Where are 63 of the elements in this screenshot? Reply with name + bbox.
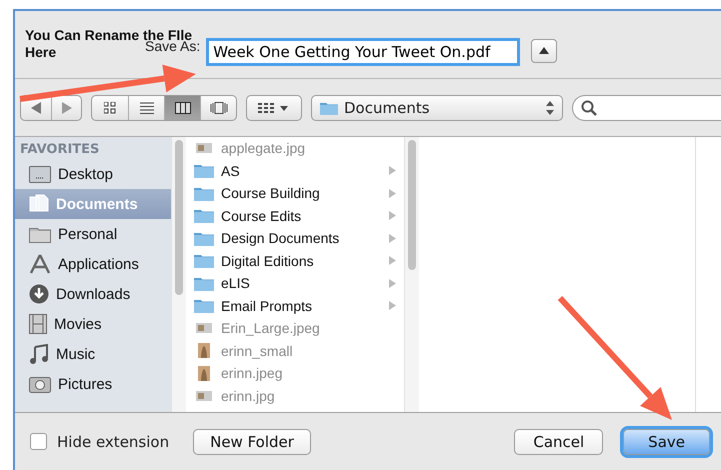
file-row[interactable]: eLIS — [194, 272, 404, 294]
sidebar-heading: FAVORITES — [19, 141, 100, 159]
checkbox-label: Hide extension — [57, 432, 170, 450]
file-row[interactable]: Design Documents — [194, 227, 404, 250]
sidebar-item[interactable]: Desktop — [15, 159, 171, 189]
image-file-icon — [194, 390, 214, 402]
disclosure-icon — [389, 301, 396, 310]
checkbox[interactable] — [30, 433, 47, 450]
arrange-button[interactable] — [246, 94, 302, 120]
cancel-button[interactable]: Cancel — [514, 428, 604, 454]
sidebar-item[interactable]: Music — [15, 339, 171, 369]
coverflow-icon — [210, 102, 228, 114]
desktop-icon — [29, 166, 51, 182]
download-icon — [29, 284, 49, 304]
back-icon — [31, 102, 41, 114]
caret-icon — [539, 47, 550, 54]
list-icon — [140, 102, 154, 114]
stepper-icon — [546, 100, 554, 114]
documents-icon — [29, 194, 49, 214]
view-mode-button[interactable] — [164, 96, 200, 120]
folder-icon — [29, 226, 51, 242]
sidebar-item[interactable]: Pictures — [15, 369, 171, 399]
documents-folder-icon — [320, 100, 338, 114]
grid-icon — [104, 102, 116, 114]
file-row[interactable]: Course Building — [194, 182, 404, 204]
file-row[interactable]: Digital Editions — [194, 250, 404, 272]
file-row[interactable]: Course Edits — [194, 204, 404, 227]
location-popup[interactable]: Documents — [311, 94, 563, 120]
search-icon — [581, 100, 597, 116]
disclosure-icon — [389, 211, 396, 220]
disclosure-icon — [389, 188, 396, 198]
sidebar-item[interactable]: Downloads — [15, 279, 171, 309]
camera-icon — [29, 375, 51, 393]
sidebar-item[interactable]: Movies — [15, 309, 171, 339]
folder-icon — [194, 208, 214, 224]
annotation-text: You Can Rename the FIle — [25, 26, 192, 42]
annotation-text: Here — [25, 42, 58, 62]
folder-icon — [194, 276, 214, 291]
music-note-icon — [29, 344, 49, 364]
sidebar-item[interactable]: Personal — [15, 219, 171, 249]
folder-icon — [194, 253, 214, 268]
disclosure-icon — [389, 256, 396, 266]
folder-icon — [194, 230, 214, 246]
arrange-icon — [258, 102, 290, 112]
columns-icon — [174, 102, 190, 114]
new-folder-button[interactable]: New Folder — [193, 428, 311, 454]
film-icon — [29, 314, 47, 334]
sidebar-item[interactable]: Applications — [15, 249, 171, 279]
disclosure-icon — [389, 278, 396, 288]
search-field[interactable] — [572, 94, 721, 120]
folder-icon — [194, 298, 214, 314]
folder-icon — [194, 186, 214, 201]
disclosure-icon — [389, 234, 396, 243]
forward-icon — [62, 102, 72, 114]
file-row[interactable]: AS — [194, 160, 404, 182]
filename-field[interactable]: Week One Getting Your Tweet On.pdf — [206, 38, 520, 66]
folder-icon — [194, 163, 214, 178]
collapse-button[interactable] — [531, 38, 558, 62]
disclosure-icon — [389, 166, 396, 176]
image-file-icon — [194, 142, 214, 154]
image-file-icon — [194, 322, 214, 334]
file-row[interactable]: Email Prompts — [194, 294, 404, 317]
view-switcher[interactable] — [91, 94, 237, 120]
